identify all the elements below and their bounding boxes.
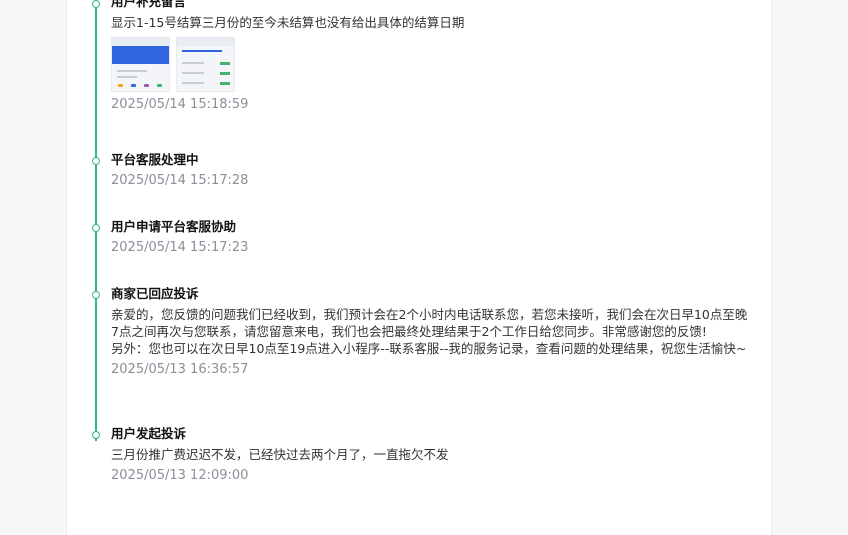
event-title: 平台客服处理中 [111, 152, 199, 167]
event-title: 用户申请平台客服协助 [111, 219, 237, 234]
timeline-entry: 商家已回应投诉 亲爱的，您反馈的问题我们已经收到，我们预计会在2个小时内电话联系… [111, 286, 751, 378]
timeline-line [95, 0, 97, 441]
event-timestamp: 2025/05/14 15:17:28 [111, 173, 249, 188]
attachment-thumbnail[interactable] [111, 37, 170, 92]
event-timestamp: 2025/05/13 16:36:57 [111, 362, 249, 377]
timeline-entry: 用户发起投诉 三月份推广费迟迟不发，已经快过去两个月了，一直拖欠不发 2025/… [111, 426, 751, 484]
timeline-dot [92, 291, 100, 299]
timeline-dot [92, 0, 100, 8]
timeline-dot [92, 157, 100, 165]
timeline-entry: 用户补充留言 显示1-15号结算三月份的至今未结算也没有给出具体的结算日期 20… [111, 0, 751, 113]
timeline-dot [92, 431, 100, 439]
timeline-dot [92, 224, 100, 232]
event-title: 用户补充留言 [111, 0, 187, 9]
event-message: 三月份推广费迟迟不发，已经快过去两个月了，一直拖欠不发 [111, 447, 449, 462]
event-message: 亲爱的，您反馈的问题我们已经收到，我们预计会在2个小时内电话联系您，若您未接听，… [111, 307, 748, 356]
event-timestamp: 2025/05/14 15:17:23 [111, 240, 249, 255]
timeline-entry: 平台客服处理中 2025/05/14 15:17:28 [111, 152, 751, 189]
event-timestamp: 2025/05/14 15:18:59 [111, 97, 249, 112]
event-title: 商家已回应投诉 [111, 286, 199, 301]
attachment-thumbnail[interactable] [176, 37, 235, 92]
timeline-entry: 用户申请平台客服协助 2025/05/14 15:17:23 [111, 219, 751, 256]
event-timestamp: 2025/05/13 12:09:00 [111, 468, 249, 483]
event-title: 用户发起投诉 [111, 426, 187, 441]
event-message: 显示1-15号结算三月份的至今未结算也没有给出具体的结算日期 [111, 15, 465, 30]
attachment-list [111, 37, 751, 92]
